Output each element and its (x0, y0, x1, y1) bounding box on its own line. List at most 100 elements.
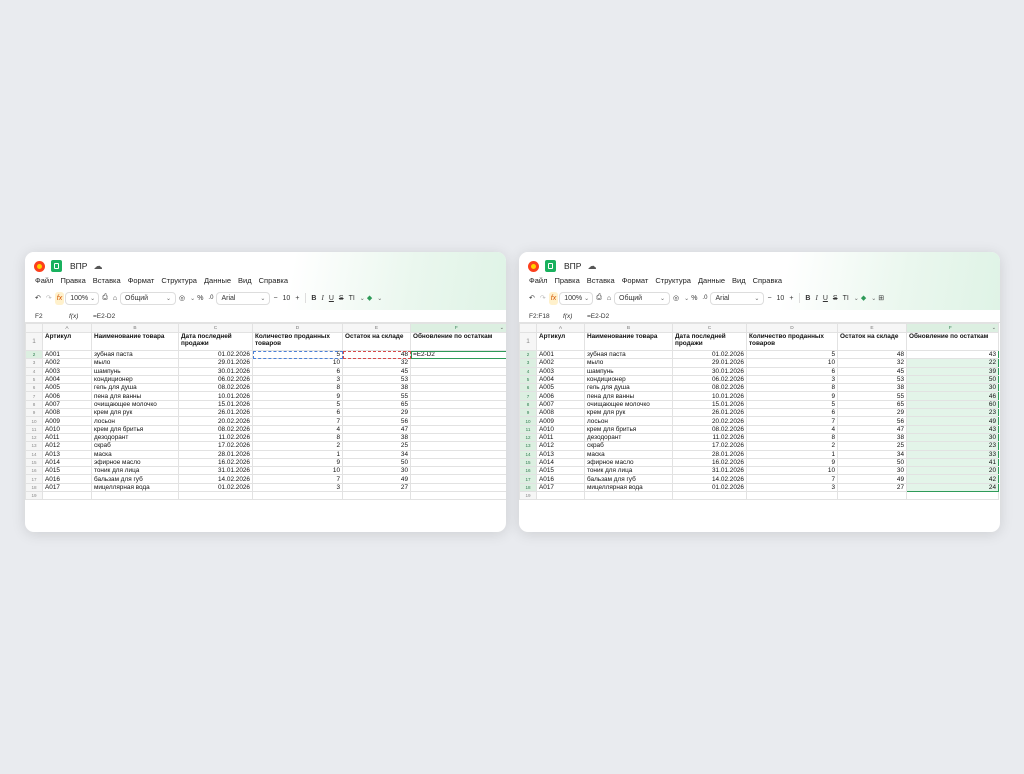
cell-stock[interactable]: 49 (837, 474, 907, 484)
cell-sold-qty[interactable]: 5 (746, 349, 838, 360)
cell-stock[interactable]: 38 (342, 383, 411, 393)
row-number[interactable]: 5 (25, 374, 43, 385)
row-number[interactable]: 18 (25, 482, 43, 493)
row-number[interactable]: 19 (25, 491, 43, 501)
empty-cell[interactable] (906, 491, 999, 501)
cell-stock[interactable]: 38 (837, 383, 907, 393)
cell-product-name[interactable]: лосьон (584, 416, 673, 426)
row-number[interactable]: 7 (519, 391, 537, 401)
cell-product-name[interactable]: крем для бритья (91, 424, 179, 434)
cell-article[interactable]: A006 (42, 391, 92, 401)
cell-last-sale-date[interactable]: 17.02.2026 (672, 441, 747, 451)
cell-stock-update[interactable]: 33 (906, 449, 999, 459)
italic-button[interactable]: I (813, 292, 819, 305)
menu-edit[interactable]: Правка (554, 276, 579, 285)
menu-help[interactable]: Справка (753, 276, 782, 285)
cell-product-name[interactable]: маска (584, 449, 673, 459)
cell-last-sale-date[interactable]: 10.01.2026 (178, 391, 253, 401)
print-icon[interactable]: ⎙ (100, 292, 110, 305)
font-size-increase-button[interactable]: + (293, 292, 301, 305)
menu-format[interactable]: Формат (622, 276, 649, 285)
cell-last-sale-date[interactable]: 06.02.2026 (178, 374, 253, 385)
cell-stock[interactable]: 45 (837, 366, 907, 376)
cell-last-sale-date[interactable]: 11.02.2026 (178, 432, 253, 443)
font-size-decrease-button[interactable]: − (765, 292, 773, 305)
cell-stock-update[interactable] (410, 366, 506, 376)
cell-stock-update[interactable] (410, 424, 506, 434)
cell-stock-update[interactable]: 41 (906, 457, 999, 468)
cell-article[interactable]: A011 (536, 432, 585, 443)
cell-sold-qty[interactable]: 5 (252, 399, 343, 410)
undo-icon[interactable]: ↶ (33, 292, 43, 305)
cell-sold-qty[interactable]: 10 (746, 466, 838, 476)
cell-stock[interactable]: 29 (342, 408, 411, 418)
cell-last-sale-date[interactable]: 15.01.2026 (178, 399, 253, 410)
cell-stock-update[interactable]: 39 (906, 366, 999, 376)
cell-last-sale-date[interactable]: 01.02.2026 (672, 349, 747, 360)
row-number[interactable]: 10 (519, 416, 537, 426)
header-cell[interactable]: Остаток на складе (342, 332, 411, 351)
row-number[interactable]: 19 (519, 491, 537, 501)
empty-cell[interactable] (536, 491, 585, 501)
cell-last-sale-date[interactable]: 16.02.2026 (672, 457, 747, 468)
cell-article[interactable]: A008 (536, 408, 585, 418)
row-number[interactable]: 10 (25, 416, 43, 426)
cell-sold-qty[interactable]: 6 (746, 366, 838, 376)
underline-button[interactable]: U (327, 292, 336, 305)
cell-product-name[interactable]: скраб (584, 441, 673, 451)
cell-product-name[interactable]: бальзам для губ (584, 474, 673, 484)
column-header-b[interactable]: B (91, 323, 179, 333)
cell-last-sale-date[interactable]: 29.01.2026 (178, 358, 253, 368)
cell-article[interactable]: A008 (42, 408, 92, 418)
cell-stock-update[interactable]: 60 (906, 399, 999, 410)
cell-sold-qty[interactable]: 10 (252, 358, 343, 368)
cell-stock[interactable]: 30 (342, 466, 411, 476)
cell-last-sale-date[interactable]: 29.01.2026 (672, 358, 747, 368)
cell-sold-qty[interactable]: 10 (252, 466, 343, 476)
header-cell[interactable]: Наименование товара (584, 332, 673, 351)
cell-sold-qty[interactable]: 8 (746, 432, 838, 443)
cell-last-sale-date[interactable]: 30.01.2026 (672, 366, 747, 376)
zoom-select[interactable]: 100% ⌄ (559, 291, 594, 305)
row-number[interactable]: 9 (519, 408, 537, 418)
cell-article[interactable]: A002 (42, 358, 92, 368)
cell-last-sale-date[interactable]: 26.01.2026 (672, 408, 747, 418)
bold-button[interactable]: B (309, 292, 318, 305)
cell-stock[interactable]: 48 (342, 349, 411, 360)
empty-cell[interactable] (178, 491, 253, 501)
cell-stock-update[interactable] (410, 391, 506, 401)
cell-last-sale-date[interactable]: 08.02.2026 (178, 424, 253, 434)
cell-stock[interactable]: 50 (342, 457, 411, 468)
document-title[interactable]: ВПР (70, 261, 87, 271)
row-number[interactable]: 15 (25, 457, 43, 468)
empty-cell[interactable] (584, 491, 673, 501)
row-number[interactable]: 16 (519, 466, 537, 476)
header-cell[interactable]: Обновление по остаткам (410, 332, 506, 351)
cell-product-name[interactable]: тоник для лица (91, 466, 179, 476)
header-cell[interactable]: Остаток на складе (837, 332, 907, 351)
cell-article[interactable]: A017 (42, 482, 92, 493)
header-cell[interactable]: Количество проданных товаров (252, 332, 343, 351)
cell-sold-qty[interactable]: 3 (746, 482, 838, 493)
cell-article[interactable]: A004 (536, 374, 585, 385)
column-header-a[interactable]: A (536, 323, 585, 333)
row-number[interactable]: 8 (519, 399, 537, 410)
font-select[interactable]: Arial ⌄ (216, 291, 271, 305)
cell-stock[interactable]: 47 (837, 424, 907, 434)
cell-product-name[interactable]: кондиционер (584, 374, 673, 385)
column-header-d[interactable]: D (746, 323, 838, 333)
cell-stock-update[interactable] (410, 408, 506, 418)
cell-article[interactable]: A016 (536, 474, 585, 484)
header-cell[interactable]: Наименование товара (91, 332, 179, 351)
text-format-button[interactable]: TI (841, 292, 851, 305)
cell-sold-qty[interactable]: 7 (746, 474, 838, 484)
cell-last-sale-date[interactable]: 28.01.2026 (178, 449, 253, 459)
cell-stock-update[interactable]: 49 (906, 416, 999, 426)
cell-sold-qty[interactable]: 4 (252, 424, 343, 434)
chevron-down-icon[interactable]: ⌄ (377, 295, 382, 302)
cell-sold-qty[interactable]: 6 (746, 408, 838, 418)
cell-sold-qty[interactable]: 4 (746, 424, 838, 434)
cell-last-sale-date[interactable]: 16.02.2026 (178, 457, 253, 468)
cell-product-name[interactable]: очищающее молочко (91, 399, 179, 410)
formula-input[interactable]: =E2-D2 (93, 313, 115, 320)
